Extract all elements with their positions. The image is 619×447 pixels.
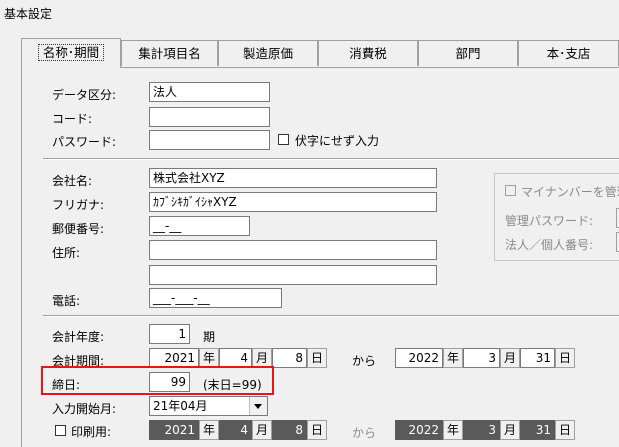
mask-checkbox-label: 伏字にせず入力 <box>295 134 380 148</box>
unit-day: 日 <box>307 348 327 368</box>
tab-aggregate-items[interactable]: 集計項目名 <box>121 40 218 66</box>
unit-day: 日 <box>555 420 575 440</box>
tab-name-period[interactable]: 名称･期間 <box>21 38 121 68</box>
tab-label: 名称･期間 <box>37 44 105 61</box>
print-to-year: 2022 <box>395 420 443 440</box>
address-line1-field[interactable] <box>149 240 437 260</box>
period-from-year[interactable]: 2021 <box>149 348 199 368</box>
print-checkbox[interactable] <box>55 425 66 436</box>
print-to-day: 31 <box>520 420 555 440</box>
tab-label: 消費税 <box>349 46 387 61</box>
unit-year: 年 <box>199 420 219 440</box>
period-to-month[interactable]: 3 <box>463 348 500 368</box>
closing-day-field[interactable]: 99 <box>149 372 190 392</box>
closing-day-label: 締日: <box>52 378 81 392</box>
address-line2-field[interactable] <box>149 265 437 285</box>
separator <box>43 158 619 160</box>
print-from-year: 2021 <box>149 420 199 440</box>
tab-department[interactable]: 部門 <box>418 40 518 66</box>
closing-day-note: (末日=99) <box>203 378 262 392</box>
unit-month: 月 <box>500 348 520 368</box>
print-from-month: 4 <box>219 420 252 440</box>
period-from-day[interactable]: 8 <box>272 348 307 368</box>
unit-month: 月 <box>252 420 272 440</box>
print-from-word: から <box>352 426 377 440</box>
tab-label: 部門 <box>455 46 481 61</box>
tab-label: 製造原価 <box>242 46 293 61</box>
code-field[interactable] <box>149 107 270 127</box>
fiscal-year-field[interactable]: 1 <box>149 324 190 344</box>
admin-password-label: 管理パスワード: <box>505 214 594 228</box>
unit-year: 年 <box>443 348 463 368</box>
tab-label: 本･支店 <box>546 46 591 61</box>
postal-field[interactable]: __-__ <box>149 216 250 236</box>
start-month-select[interactable]: 21年04月 <box>149 396 268 416</box>
kana-field[interactable]: ｶﾌﾞｼｷｶﾞｲｼｬXYZ <box>149 192 437 212</box>
window-title: 基本設定 <box>4 7 53 21</box>
fiscal-year-label: 会計年度: <box>52 330 105 344</box>
company-name-label: 会社名: <box>52 174 93 188</box>
data-kubun-label: データ区分: <box>52 88 117 102</box>
start-month-label: 入力開始月: <box>52 402 117 416</box>
chevron-down-icon[interactable] <box>249 397 267 415</box>
from-word: から <box>352 354 377 368</box>
period-to-day[interactable]: 31 <box>520 348 555 368</box>
print-from-day: 8 <box>272 420 307 440</box>
tab-label: 集計項目名 <box>138 46 201 61</box>
unit-day: 日 <box>555 348 575 368</box>
print-label: 印刷用: <box>71 425 112 439</box>
fiscal-year-unit: 期 <box>203 330 216 344</box>
unit-day: 日 <box>307 420 327 440</box>
corp-number-label: 法人／個人番号: <box>505 238 594 252</box>
phone-field[interactable]: ___-___-__ <box>149 288 282 308</box>
unit-month: 月 <box>500 420 520 440</box>
period-to-year[interactable]: 2022 <box>395 348 443 368</box>
code-label: コード: <box>52 112 93 126</box>
data-kubun-field[interactable]: 法人 <box>149 82 270 102</box>
password-field[interactable] <box>149 130 270 150</box>
address-label: 住所: <box>52 246 81 260</box>
kana-label: フリガナ: <box>52 198 105 212</box>
company-name-field[interactable]: 株式会社XYZ <box>149 168 437 188</box>
mynumber-checkbox[interactable] <box>505 185 516 196</box>
tab-consumption-tax[interactable]: 消費税 <box>318 40 418 66</box>
unit-year: 年 <box>199 348 219 368</box>
tab-head-branch-office[interactable]: 本･支店 <box>518 40 619 66</box>
start-month-value: 21年04月 <box>153 399 208 413</box>
mynumber-checkbox-label: マイナンバーを管理 <box>521 185 619 199</box>
separator <box>43 315 619 317</box>
unit-month: 月 <box>252 348 272 368</box>
password-label: パスワード: <box>52 135 117 149</box>
print-to-month: 3 <box>463 420 500 440</box>
postal-label: 郵便番号: <box>52 222 105 236</box>
phone-label: 電話: <box>52 294 81 308</box>
window-titlebar: 基本設定 <box>0 0 619 27</box>
tab-manufacturing-cost[interactable]: 製造原価 <box>218 40 318 66</box>
mask-checkbox[interactable] <box>278 134 289 145</box>
period-from-month[interactable]: 4 <box>219 348 252 368</box>
unit-year: 年 <box>443 420 463 440</box>
